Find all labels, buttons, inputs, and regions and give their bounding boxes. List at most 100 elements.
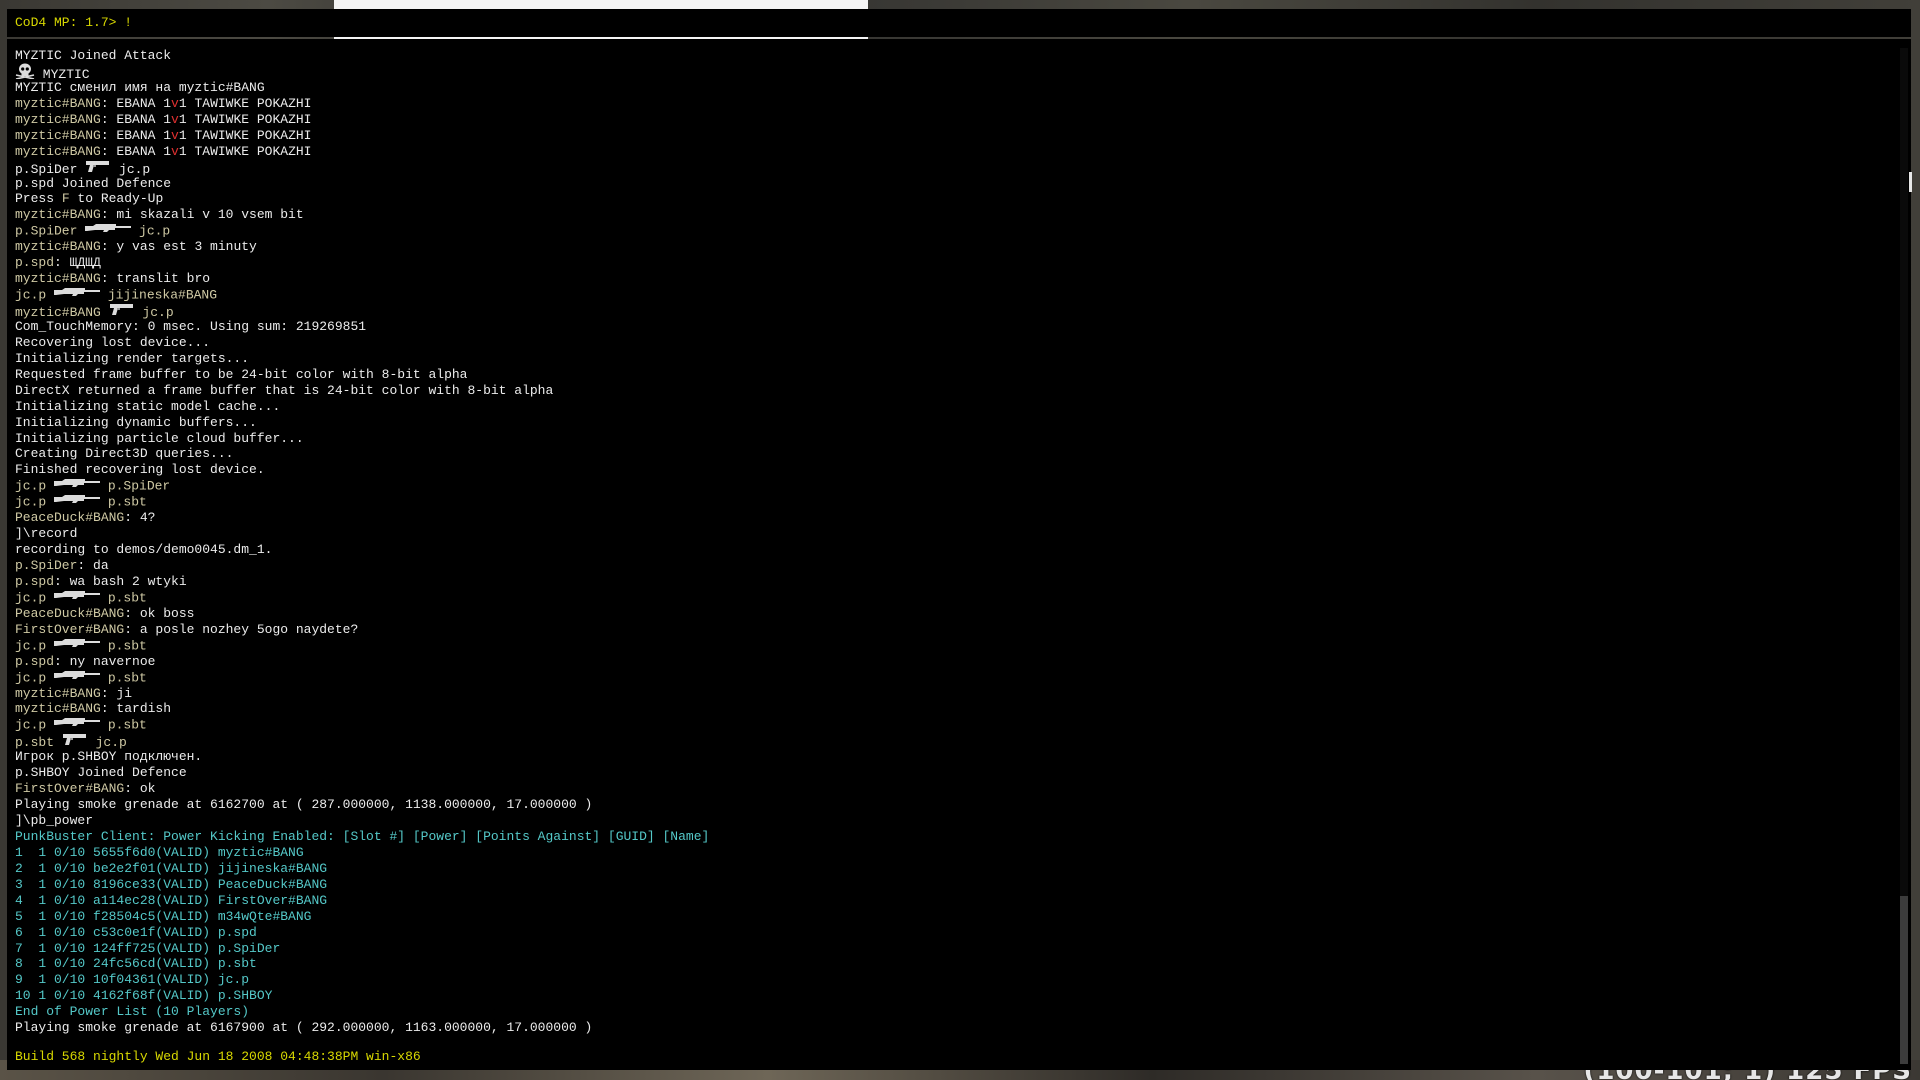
console-line-text: 9 1 0/10 10f04361(VALID) jc.p	[15, 972, 250, 988]
console-line-text: : ok	[124, 781, 156, 797]
console-scrollbar[interactable]	[1900, 48, 1908, 1064]
console-line-text: Initializing static model cache...	[15, 398, 281, 414]
console-input-bar[interactable]: CoD4 MP: 1.7> !	[7, 9, 1911, 37]
console-line: jc.p p.sbt	[15, 717, 1881, 733]
console-line: 3 1 0/10 8196ce33(VALID) PeaceDuck#BANG	[15, 877, 1881, 893]
console-line-text: Initializing render targets...	[15, 350, 250, 366]
rifle-icon	[85, 222, 132, 238]
console-line: Playing smoke grenade at 6162700 at ( 28…	[15, 797, 1881, 813]
console-line-text: jc.p	[111, 161, 151, 177]
console-line-text: : EBANA 1	[100, 95, 172, 111]
rifle-icon	[54, 286, 101, 302]
console-line: recording to demos/demo0045.dm_1.	[15, 542, 1881, 558]
console-input-value[interactable]: !	[124, 15, 132, 30]
console-line-text: jc.p	[134, 304, 174, 320]
console-line-text: F	[61, 191, 70, 207]
console-line: Initializing static model cache...	[15, 399, 1881, 415]
console-line-text: myztic#BANG	[15, 701, 101, 717]
console-line-text: DirectX returned a frame buffer that is …	[15, 382, 554, 398]
console-line-text: jc.p	[15, 638, 55, 654]
console-line-text: ]\pb_power	[15, 813, 94, 828]
console-line-text: Playing smoke grenade at 6167900 at ( 29…	[15, 1020, 593, 1036]
console-line-text: jc.p	[15, 287, 55, 303]
console-line-text: to Ready-Up	[69, 191, 164, 207]
console-line: myztic#BANG: EBANA 1v1 TAWIWKE POKAZHI	[15, 112, 1881, 128]
console-line-text: : ok boss	[124, 605, 195, 621]
pistol-icon	[62, 732, 88, 751]
console-line: ]\record	[15, 526, 1881, 542]
console-line-text: 1 1 0/10 5655f6d0(VALID) myztic#BANG	[15, 844, 304, 860]
console-line-text: jc.p	[15, 590, 55, 606]
console-line: p.spd Joined Defence	[15, 176, 1881, 192]
console-line-text: myztic#BANG	[15, 143, 101, 159]
console-line-text: p.sbt	[100, 717, 147, 733]
console-line-text: 1 TAWIWKE POKAZHI	[178, 111, 312, 127]
console-line-text: 10 1 0/10 4162f68f(VALID) p.SHBOY	[15, 988, 273, 1004]
console-line-text: Finished recovering lost device.	[15, 462, 265, 478]
console-line-text: v	[171, 143, 179, 159]
console-line-text: p.sbt	[100, 590, 147, 606]
console-line: MYZTIC сменил имя на myztic#BANG	[15, 80, 1881, 96]
console-line: jc.p p.sbt	[15, 670, 1881, 686]
pistol-icon	[109, 302, 135, 321]
rifle-icon	[54, 493, 101, 509]
console-line-text: ]\record	[15, 526, 78, 542]
console-line-text: 1 TAWIWKE POKAZHI	[178, 143, 312, 159]
console-line-text: p.SHBOY Joined Defence	[15, 765, 187, 781]
console-line: p.spd: ЩДЩД	[15, 255, 1881, 271]
console-line-text: 3 1 0/10 8196ce33(VALID) PeaceDuck#BANG	[15, 876, 328, 892]
console-line: myztic#BANG: tardish	[15, 701, 1881, 717]
console-line-text: 8 1 0/10 24fc56cd(VALID) p.sbt	[15, 956, 257, 972]
console-line-text: End of Power List (10 Players)	[15, 1004, 250, 1020]
rifle-icon	[54, 637, 101, 653]
console-line: 4 1 0/10 a114ec28(VALID) FirstOver#BANG	[15, 893, 1881, 909]
console-line: p.SpiDer: da	[15, 558, 1881, 574]
console-line-text: p.sbt	[100, 638, 147, 654]
game-screen: (100-101; 1) 125 FPS CoD4 MP: 1.7> ! MYZ…	[0, 0, 1920, 1080]
console-line: 2 1 0/10 be2e2f01(VALID) jijineska#BANG	[15, 861, 1881, 877]
console-line: 5 1 0/10 f28504c5(VALID) m34wQte#BANG	[15, 909, 1881, 925]
console-line-text: : a posle nozhey 5ogo naydete?	[124, 621, 359, 637]
console-line-text: p.SpiDer	[15, 558, 78, 573]
console-line: jc.p p.sbt	[15, 638, 1881, 654]
console-scrollbar-thumb[interactable]	[1900, 896, 1908, 1064]
console-line: Finished recovering lost device.	[15, 462, 1881, 478]
console-line: p.spd: wa bash 2 wtyki	[15, 574, 1881, 590]
console-line-text: p.SpiDer	[15, 161, 86, 177]
console-line: 9 1 0/10 10f04361(VALID) jc.p	[15, 972, 1881, 988]
console-line: Com_TouchMemory: 0 msec. Using sum: 2192…	[15, 319, 1881, 335]
console-line-text: myztic#BANG	[15, 271, 101, 287]
console-line: MYZTIC	[15, 63, 1881, 82]
console-log: MYZTIC Joined Attack MYZTIC MYZTIC сменил…	[15, 48, 1881, 1036]
console-line-text: myztic#BANG	[15, 685, 101, 701]
console-line-text: p.sbt	[100, 494, 147, 510]
console-line: p.spd: ny navernoe	[15, 654, 1881, 670]
console-line: PeaceDuck#BANG: ok boss	[15, 606, 1881, 622]
console-line: Игрок p.SHBOY подключен.	[15, 749, 1881, 765]
console-line: 10 1 0/10 4162f68f(VALID) p.SHBOY	[15, 988, 1881, 1004]
console-line-text: Press	[15, 191, 62, 207]
console-line-text: : ЩДЩД	[54, 255, 101, 271]
console-line-text: jc.p	[15, 494, 55, 510]
skull-icon	[15, 63, 35, 84]
console-line: myztic#BANG: translit bro	[15, 271, 1881, 287]
console-line-text: MYZTIC сменил имя на myztic#BANG	[15, 79, 265, 95]
console-line-text: : mi skazali v 10 vsem bit	[100, 207, 304, 223]
console-line: PunkBuster Client: Power Kicking Enabled…	[15, 829, 1881, 845]
console-line-text: myztic#BANG	[15, 95, 101, 111]
console-line: p.SpiDer jc.p	[15, 223, 1881, 239]
console-line: DirectX returned a frame buffer that is …	[15, 383, 1881, 399]
console-line: p.sbt jc.p	[15, 732, 1881, 751]
console-line: myztic#BANG: y vas est 3 minuty	[15, 239, 1881, 255]
console-line: myztic#BANG: mi skazali v 10 vsem bit	[15, 207, 1881, 223]
console-line-text: : ji	[100, 685, 133, 701]
console-line-text: PeaceDuck#BANG	[15, 605, 125, 621]
console-line-text: 4 1 0/10 a114ec28(VALID) FirstOver#BANG	[15, 892, 328, 908]
console-line-text: recording to demos/demo0045.dm_1.	[15, 542, 273, 558]
console-line: ]\pb_power	[15, 813, 1881, 829]
console-line-text: : wa bash 2 wtyki	[54, 573, 187, 589]
console-line-text: jijineska#BANG	[100, 287, 218, 303]
console-line: 1 1 0/10 5655f6d0(VALID) myztic#BANG	[15, 845, 1881, 861]
console-line-text: : 4?	[124, 510, 156, 526]
console-input[interactable]: CoD4 MP: 1.7> !	[15, 15, 132, 31]
